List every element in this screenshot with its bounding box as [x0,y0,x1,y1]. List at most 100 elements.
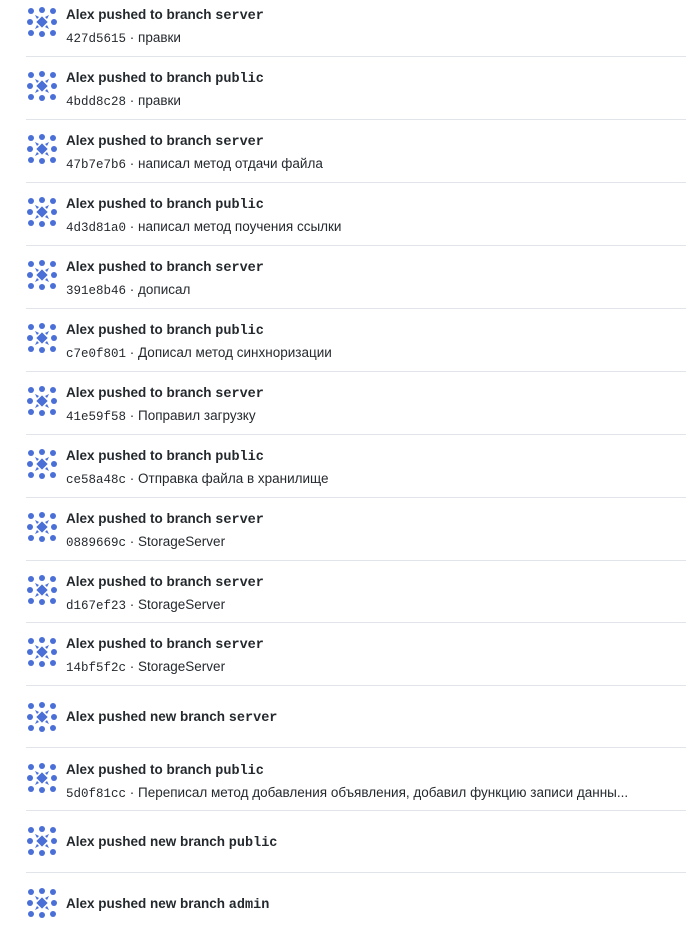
event-text: Alex pushed to branch [66,385,216,400]
commit-sha-link[interactable]: 14bf5f2c [66,661,126,675]
commit-line: 41e59f58 · Поправил загрузку [66,407,668,426]
commit-sha-link[interactable]: 0889669c [66,536,126,550]
commit-sha-link[interactable]: c7e0f801 [66,347,126,361]
event-text: Alex pushed to branch [66,511,216,526]
separator: · [126,219,139,234]
avatar[interactable] [26,385,58,417]
feed-item: Alex pushed to branch server 391e8b46 · … [26,246,686,309]
feed-item: Alex pushed to branch public 4d3d81a0 · … [26,183,686,246]
commit-message: Переписал метод добавления объявления, д… [138,785,629,800]
feed-item: Alex pushed new branch admin [26,873,686,935]
separator: · [126,282,139,297]
separator: · [126,534,139,549]
commit-sha-link[interactable]: 4bdd8c28 [66,95,126,109]
commit-sha-link[interactable]: 4d3d81a0 [66,221,126,235]
commit-message: написал метод отдачи файла [138,156,323,171]
commit-sha-link[interactable]: 391e8b46 [66,284,126,298]
event-title: Alex pushed to branch server [66,132,686,152]
branch-link[interactable]: server [215,576,264,591]
commit-message: Дописал метод синхноризации [138,345,332,360]
feed-item: Alex pushed to branch server 47b7e7b6 · … [26,120,686,183]
commit-message: написал метод поучения ссылки [138,219,342,234]
event-title: Alex pushed new branch server [66,708,686,728]
avatar[interactable] [26,511,58,543]
event-title: Alex pushed to branch server [66,510,686,530]
identicon-icon [27,763,57,793]
avatar[interactable] [26,762,58,794]
separator: · [126,785,139,800]
identicon-icon [27,888,57,918]
avatar[interactable] [26,6,58,38]
branch-link[interactable]: public [215,324,264,339]
activity-feed: Alex pushed to branch server 427d5615 · … [0,0,686,928]
avatar[interactable] [26,887,58,919]
branch-link[interactable]: public [215,764,264,779]
event-title: Alex pushed new branch public [66,833,686,853]
branch-link[interactable]: public [215,72,264,87]
event-text: Alex pushed to branch [66,636,216,651]
identicon-icon [27,7,57,37]
identicon-icon [27,260,57,290]
commit-sha-link[interactable]: d167ef23 [66,599,126,613]
avatar[interactable] [26,636,58,668]
commit-line: ce58a48c · Отправка файла в хранилище [66,470,668,489]
feed-item: Alex pushed to branch public c7e0f801 · … [26,309,686,372]
commit-line: d167ef23 · StorageServer [66,596,668,615]
identicon-icon [27,71,57,101]
feed-item: Alex pushed new branch server [26,686,686,748]
event-text: Alex pushed new branch [66,896,229,911]
avatar[interactable] [26,196,58,228]
commit-line: 427d5615 · правки [66,29,668,48]
branch-link[interactable]: public [215,450,264,465]
commit-line: 0889669c · StorageServer [66,533,668,552]
avatar[interactable] [26,322,58,354]
identicon-icon [27,386,57,416]
branch-link[interactable]: public [229,836,278,851]
branch-link[interactable]: server [215,638,264,653]
commit-sha-link[interactable]: 5d0f81cc [66,787,126,801]
branch-link[interactable]: server [215,261,264,276]
event-text: Alex pushed to branch [66,448,216,463]
avatar[interactable] [26,701,58,733]
event-title: Alex pushed to branch server [66,258,686,278]
branch-link[interactable]: admin [229,898,270,913]
event-title: Alex pushed new branch admin [66,895,686,915]
commit-sha-link[interactable]: ce58a48c [66,473,126,487]
commit-line: 391e8b46 · дописал [66,281,668,300]
commit-line: c7e0f801 · Дописал метод синхноризации [66,344,668,363]
separator: · [126,659,139,674]
event-title: Alex pushed to branch server [66,573,686,593]
avatar[interactable] [26,574,58,606]
commit-sha-link[interactable]: 47b7e7b6 [66,158,126,172]
event-title: Alex pushed to branch server [66,6,686,26]
feed-item: Alex pushed to branch server 0889669c · … [26,498,686,561]
event-text: Alex pushed to branch [66,574,216,589]
feed-item: Alex pushed to branch server 41e59f58 · … [26,372,686,435]
commit-line: 4bdd8c28 · правки [66,92,668,111]
commit-line: 14bf5f2c · StorageServer [66,658,668,677]
commit-message: Отправка файла в хранилище [138,471,329,486]
avatar[interactable] [26,133,58,165]
branch-link[interactable]: server [215,387,264,402]
commit-message: дописал [138,282,191,297]
avatar[interactable] [26,259,58,291]
branch-link[interactable]: server [229,711,278,726]
feed-item: Alex pushed to branch public 5d0f81cc · … [26,748,686,811]
avatar[interactable] [26,448,58,480]
commit-message: StorageServer [138,534,226,549]
branch-link[interactable]: server [215,135,264,150]
commit-sha-link[interactable]: 427d5615 [66,32,126,46]
avatar[interactable] [26,825,58,857]
branch-link[interactable]: public [215,198,264,213]
branch-link[interactable]: server [215,9,264,24]
branch-link[interactable]: server [215,513,264,528]
event-text: Alex pushed to branch [66,133,216,148]
event-text: Alex pushed to branch [66,322,216,337]
identicon-icon [27,637,57,667]
event-text: Alex pushed to branch [66,259,216,274]
feed-item: Alex pushed to branch public 4bdd8c28 · … [26,57,686,120]
avatar[interactable] [26,70,58,102]
commit-sha-link[interactable]: 41e59f58 [66,410,126,424]
separator: · [126,345,139,360]
feed-item: Alex pushed to branch server 427d5615 · … [26,0,686,57]
